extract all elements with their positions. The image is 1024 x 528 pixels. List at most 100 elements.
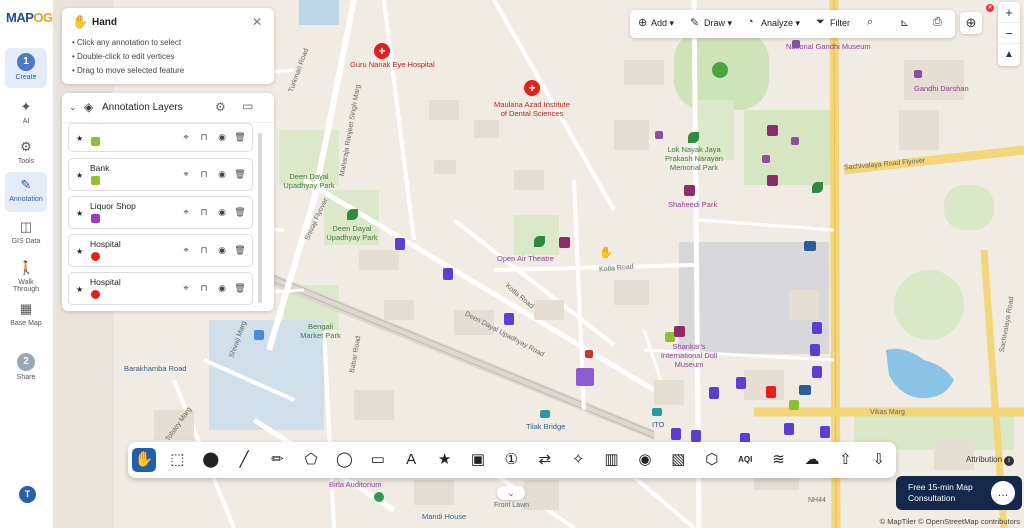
bank-marker-icon[interactable] [812,322,822,334]
hospital-marker-icon[interactable]: + [374,43,390,59]
number-tool[interactable]: ① [499,448,523,472]
hospital-marker-icon[interactable]: + [524,80,540,96]
download-tool[interactable]: ⇩ [867,448,891,472]
rail-item-ai[interactable]: ✦ AI [5,94,47,134]
info-icon[interactable]: i [1004,456,1015,466]
circle-tool[interactable]: ◯ [332,448,356,472]
locate-icon[interactable]: ⌖ [177,169,195,180]
rail-item-annotation[interactable]: ✎ Annotation [5,172,47,212]
rectangle-tool[interactable]: ▭ [366,448,390,472]
rail-item-share[interactable]: 2 Share [5,348,47,388]
text-tool[interactable]: A [399,448,423,472]
layer-row[interactable]: ★ Hospital ⌖ ⊓ ◉ 🗑 [68,234,253,267]
bank-marker-icon[interactable] [709,387,719,399]
bank-marker-icon[interactable] [812,366,822,378]
star-icon[interactable]: ★ [76,134,83,143]
star-icon[interactable]: ★ [76,171,83,180]
bank-marker-icon[interactable] [395,238,405,250]
line-tool[interactable]: ╱ [232,448,256,472]
rail-item-base-map[interactable]: ▦ Base Map [5,296,47,336]
marker-tool[interactable]: ⬤ [199,448,223,472]
lock-toggle-icon[interactable]: ⊓ [195,132,213,143]
chevron-down-icon[interactable]: ⌄ [497,486,525,500]
lock-marker-icon[interactable] [789,400,799,410]
bank-marker-icon[interactable] [810,344,820,356]
zoom-in-button[interactable]: + [998,2,1020,23]
photo-tool[interactable]: ▧ [666,448,690,472]
trash-icon[interactable]: 🗑 [231,169,249,180]
bank-marker-icon[interactable] [691,430,701,442]
measure-icon[interactable]: ⊾ [900,16,909,29]
lock-toggle-icon[interactable]: ⊓ [195,283,213,294]
image-tool[interactable]: ▣ [466,448,490,472]
search-icon[interactable]: ⌕ [867,16,873,29]
star-icon[interactable]: ★ [76,247,83,256]
route-tool[interactable]: ⇄ [533,448,557,472]
locate-icon[interactable]: ⌖ [177,207,195,218]
chat-icon[interactable]: … [991,481,1015,505]
locate-icon[interactable]: ⌖ [177,132,195,143]
bank-marker-icon[interactable] [784,423,794,435]
star-icon[interactable]: ★ [76,285,83,294]
analyze-button[interactable]: Analyze ▾ [761,18,800,29]
bank-marker-icon[interactable] [736,377,746,389]
lock-toggle-icon[interactable]: ⊓ [195,169,213,180]
eye-icon[interactable]: ◉ [213,207,231,218]
scrollbar[interactable] [258,133,262,303]
eye-icon[interactable]: ◉ [213,245,231,256]
compass-button[interactable]: ▲ [998,44,1020,65]
eye-icon[interactable]: ◉ [213,169,231,180]
star-icon[interactable]: ★ [76,209,83,218]
zoom-out-button[interactable]: − [998,23,1020,44]
rail-item-walk-through[interactable]: 🚶 Walk Through [5,255,47,295]
rail-item-create[interactable]: 1 Create [5,48,47,88]
bank-marker-icon[interactable] [671,428,681,440]
star-tool[interactable]: ★ [433,448,457,472]
locate-me-button[interactable]: ⊕ [960,12,982,34]
hospital-building-icon[interactable] [766,386,776,398]
rail-item-tools[interactable]: ⚙ Tools [5,134,47,174]
rail-item-gis-data[interactable]: ◫ GIS Data [5,214,47,254]
layer-row[interactable]: ★ ⌖ ⊓ ◉ 🗑 [68,123,253,152]
bank-marker-icon[interactable] [443,268,453,280]
add-button[interactable]: Add ▾ [651,18,674,29]
locate-icon[interactable]: ⌖ [177,245,195,256]
bank-marker-icon[interactable] [504,313,514,325]
folder-icon[interactable]: ▭ [242,99,256,113]
freehand-tool[interactable]: ✏ [266,448,290,472]
gear-icon[interactable]: ⚙ [215,100,226,114]
lock-toggle-icon[interactable]: ⊓ [195,207,213,218]
aqi-tool[interactable]: AQI [733,448,757,472]
bank-marker-icon[interactable] [820,426,830,438]
trash-icon[interactable]: 🗑 [231,245,249,256]
layer-row[interactable]: ★ Liquor Shop ⌖ ⊓ ◉ 🗑 [68,196,253,229]
close-dot-icon[interactable]: ✕ [986,4,994,12]
building-tool[interactable]: ▥ [600,448,624,472]
app-logo[interactable]: MAPOG [6,10,53,25]
draw-button[interactable]: Draw ▾ [704,18,732,29]
trash-icon[interactable]: 🗑 [231,283,249,294]
wind-tool[interactable]: ≋ [767,448,791,472]
attribution[interactable]: Attribution i [966,455,1015,466]
lock-toggle-icon[interactable]: ⊓ [195,245,213,256]
eye-icon[interactable]: ◉ [213,283,231,294]
chevron-down-icon[interactable]: ⌄ [69,102,77,113]
avatar[interactable]: T [19,486,36,503]
trash-icon[interactable]: 🗑 [231,132,249,143]
trash-icon[interactable]: 🗑 [231,207,249,218]
locate-icon[interactable]: ⌖ [177,283,195,294]
consultation-button[interactable]: Free 15-min Map Consultation … [896,476,1022,510]
weather-tool[interactable]: ☁ [800,448,824,472]
eye-icon[interactable]: ◉ [213,132,231,143]
layer-row[interactable]: ★ Bank ⌖ ⊓ ◉ 🗑 [68,158,253,191]
layer-row[interactable]: ★ Hospital ⌖ ⊓ ◉ 🗑 [68,272,253,305]
camera-tool[interactable]: ◉ [633,448,657,472]
3d-tool[interactable]: ⬡ [700,448,724,472]
close-icon[interactable]: ✕ [252,15,262,29]
polygon-tool[interactable]: ⬠ [299,448,323,472]
hand-tool[interactable]: ✋ [132,448,156,472]
filter-button[interactable]: Filter [830,18,850,28]
shape-tool[interactable]: ✧ [566,448,590,472]
upload-tool[interactable]: ⇧ [833,448,857,472]
select-tool[interactable]: ⬚ [165,448,189,472]
